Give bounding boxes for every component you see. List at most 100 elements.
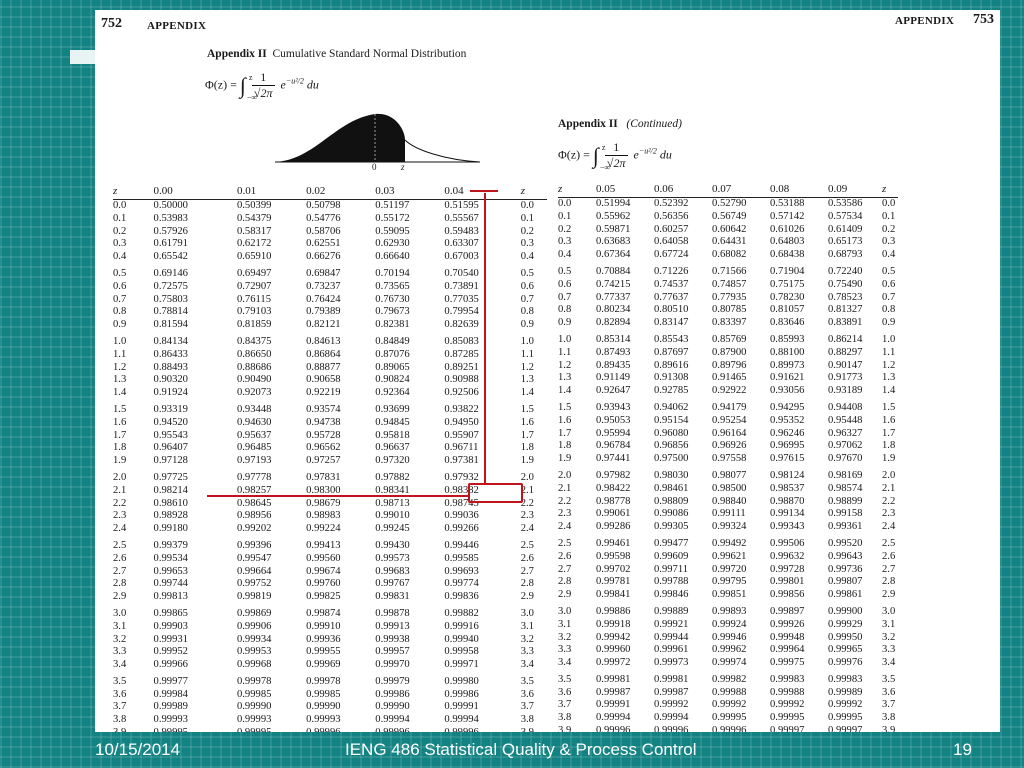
table-row: 0.9 0.81594 0.81859 0.82121 0.82381 0.82639 0.… [113, 319, 547, 332]
table-cell: 0.94520 [153, 416, 188, 428]
table-cell: 0.99396 [236, 539, 272, 551]
table-cell: 0.78814 [153, 306, 188, 318]
table-cell: 0.99286 [596, 521, 631, 533]
table-cell: 0.99520 [828, 537, 863, 549]
table-cell: 0.67364 [596, 249, 631, 261]
column-header: 0.01 [236, 182, 307, 200]
table-cell: 0.99946 [712, 631, 747, 643]
table-row: 3.5 0.99981 0.99981 0.99982 0.99983 0.99983 3.… [558, 670, 898, 687]
table-cell: 0.99964 [770, 644, 805, 656]
table-cell: 0.99986 [444, 688, 479, 700]
table-cell: 0.98983 [306, 510, 341, 522]
table-cell: 0.92506 [444, 387, 479, 399]
table-cell: 0.95254 [712, 414, 747, 426]
table-cell: 1.6 [882, 414, 896, 426]
table-cell: 0.99621 [712, 550, 747, 562]
table-cell: 3.7 [113, 701, 127, 713]
table-cell: 0.99981 [654, 673, 689, 685]
table-row: 3.1 0.99903 0.99906 0.99910 0.99913 0.99916 3.… [113, 621, 547, 634]
table-cell: 0.7 [882, 291, 896, 303]
table-cell: 0.64431 [712, 236, 747, 248]
table-cell: 0.99995 [828, 712, 863, 724]
table-cell: 0.97558 [712, 453, 747, 465]
table-cell: 0.95818 [375, 429, 410, 441]
table-row: 3.4 0.99972 0.99973 0.99974 0.99975 0.99976 3.… [558, 657, 898, 670]
table-cell: 0.65173 [828, 236, 863, 248]
table-cell: 0.93056 [770, 385, 805, 397]
table-cell: 1.0 [520, 335, 534, 347]
table-cell: 1.9 [520, 455, 534, 467]
table-cell: 1.8 [558, 440, 572, 452]
table-cell: 0.99962 [712, 644, 747, 656]
table-cell: 0.2 [520, 225, 534, 237]
table-cell: 0.99643 [828, 550, 863, 562]
table-cell: 0.77337 [596, 291, 631, 303]
table-cell: 0.99760 [306, 578, 341, 590]
table-cell: 3.4 [113, 659, 127, 671]
table-cell: 0.83891 [828, 317, 863, 329]
table-row: 0.1 0.53983 0.54379 0.54776 0.55172 0.55567 0.… [113, 213, 547, 226]
table-cell: 3.3 [113, 646, 127, 658]
table-cell: 0.99846 [654, 589, 689, 601]
table-row: 1.7 0.95543 0.95637 0.95728 0.95818 0.95907 1.… [113, 430, 547, 443]
column-header: 0.07 [712, 180, 770, 198]
table-cell: 0.99986 [375, 688, 410, 700]
table-cell: 0.99988 [712, 686, 747, 698]
table-cell: 2.2 [558, 495, 572, 507]
table-cell: 0.99938 [375, 633, 410, 645]
table-row: 1.8 0.96784 0.96856 0.96926 0.96995 0.97062 1.… [558, 440, 898, 453]
table-row: 3.5 0.99977 0.99978 0.99978 0.99979 0.99980 3.… [113, 672, 547, 689]
table-cell: 0.75490 [828, 278, 863, 290]
table-row: 1.1 0.87493 0.87697 0.87900 0.88100 0.88297 1.… [558, 347, 898, 360]
table-cell: 0.99982 [712, 673, 747, 685]
table-cell: 0.71566 [712, 265, 747, 277]
row-pointer-line [207, 495, 469, 497]
table-cell: 0.99865 [153, 607, 188, 619]
table-row: 1.4 0.91924 0.92073 0.92219 0.92364 0.92506 1.… [113, 387, 547, 400]
table-cell: 0.6 [558, 278, 572, 290]
table-cell: 0.99781 [596, 576, 631, 588]
table-row: 3.7 0.99989 0.99990 0.99990 0.99990 0.99991 3.… [113, 701, 547, 714]
table-cell: 0.81327 [828, 304, 863, 316]
table-cell: 0.1 [113, 212, 127, 224]
table-cell: 0.59095 [375, 225, 410, 237]
table-cell: 0.88297 [828, 346, 863, 358]
right-formula: Φ(z) = ∫ z −∞ 1 √2π e−u²/2 du [558, 140, 672, 172]
table-cell: 0.3 [113, 238, 127, 250]
table-cell: 0.98928 [153, 510, 188, 522]
table-cell: 0.99940 [444, 633, 479, 645]
table-cell: 0.65910 [236, 251, 272, 263]
table-cell: 0.93822 [444, 403, 479, 415]
table-cell: 0.96485 [236, 442, 272, 454]
table-cell: 2.6 [558, 550, 572, 562]
table-cell: 0.87076 [375, 348, 410, 360]
table-cell: 2.2 [520, 497, 534, 509]
table-cell: 0.99961 [654, 644, 689, 656]
footer-slide-number: 19 [953, 740, 972, 759]
left-page-header: APPENDIX [147, 20, 207, 32]
table-cell: 0.2 [558, 223, 572, 235]
table-cell: 3.9 [558, 725, 572, 732]
table-cell: 2.4 [558, 521, 572, 533]
table-cell: 0.96711 [444, 442, 479, 454]
table-cell: 0.89973 [770, 359, 805, 371]
table-cell: 0.99994 [444, 714, 479, 726]
table-row: 3.3 0.99960 0.99961 0.99962 0.99964 0.99965 3.… [558, 644, 898, 657]
table-cell: 2.6 [882, 550, 896, 562]
table-cell: 0.85083 [444, 335, 479, 347]
table-cell: 0.2 [882, 223, 896, 235]
table-cell: 0.76424 [306, 293, 341, 305]
table-cell: 0.97500 [654, 453, 689, 465]
table-cell: 1.1 [113, 348, 127, 360]
table-cell: 0.99305 [654, 521, 689, 533]
table-cell: 0.83147 [654, 317, 689, 329]
table-cell: 0.57534 [828, 210, 863, 222]
table-cell: 0.89065 [375, 361, 410, 373]
table-cell: 0.98870 [770, 495, 805, 507]
table-row: 3.0 0.99886 0.99889 0.99893 0.99897 0.99900 3.… [558, 602, 898, 619]
table-row: 0.0 0.50000 0.50399 0.50798 0.51197 0.51595 0.… [113, 200, 547, 213]
table-cell: 3.3 [558, 644, 572, 656]
table-cell: 0.99987 [596, 686, 631, 698]
table-row: 1.3 0.91149 0.91308 0.91465 0.91621 0.91773 1.… [558, 372, 898, 385]
table-cell: 3.6 [113, 688, 127, 700]
